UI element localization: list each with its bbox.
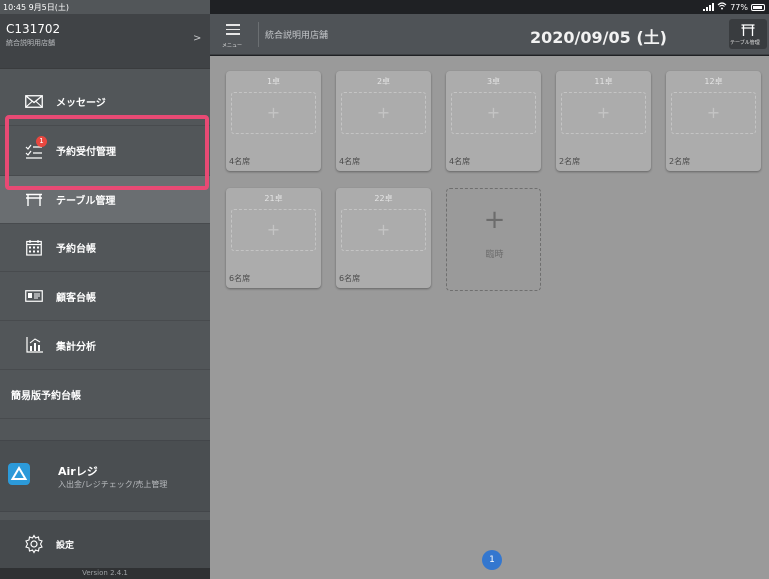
highlight-box bbox=[5, 115, 209, 190]
empty-slot: + bbox=[341, 209, 426, 251]
signal-icon bbox=[703, 3, 715, 11]
table-name: 11卓 bbox=[594, 77, 613, 86]
table-layout-area: 1卓 + 4名席 2卓 + 4名席 3卓 + 4名席 11卓 + 2名席 12卓… bbox=[210, 56, 769, 579]
table-name: 22卓 bbox=[374, 194, 393, 203]
status-time: 10:45 9月5日(土) bbox=[3, 3, 70, 12]
table-management-button[interactable]: テーブル管理 bbox=[729, 19, 767, 49]
sidebar-item-customer-ledger[interactable]: 顧客台帳 bbox=[0, 272, 210, 321]
menu-label: メニュー bbox=[222, 43, 243, 49]
sidebar-item-label: 集計分析 bbox=[56, 341, 96, 353]
table-card[interactable]: 22卓 + 6名席 bbox=[336, 188, 431, 288]
table-card[interactable]: 3卓 + 4名席 bbox=[446, 71, 541, 171]
page-indicator[interactable]: 1 bbox=[482, 550, 502, 570]
id-card-icon bbox=[24, 287, 44, 305]
table-seats: 4名席 bbox=[229, 157, 251, 166]
sidebar-item-reservation-ledger[interactable]: 予約台帳 bbox=[0, 224, 210, 272]
table-seats: 4名席 bbox=[449, 157, 471, 166]
empty-slot: + bbox=[451, 92, 536, 134]
table-card[interactable]: 1卓 + 4名席 bbox=[226, 71, 321, 171]
sidebar-item-settings[interactable]: 設定 bbox=[0, 520, 210, 568]
table-name: 1卓 bbox=[266, 77, 281, 86]
table-name: 3卓 bbox=[486, 77, 501, 86]
sidebar-item-label: テーブル管理 bbox=[56, 196, 116, 207]
sidebar-item-label: 予約台帳 bbox=[56, 244, 96, 255]
empty-slot: + bbox=[671, 92, 756, 134]
menu-button[interactable]: メニュー bbox=[214, 18, 254, 54]
airregi-name: Airレジ bbox=[58, 465, 98, 478]
table-card[interactable]: 21卓 + 6名席 bbox=[226, 188, 321, 288]
table-name: 2卓 bbox=[376, 77, 391, 86]
table-icon bbox=[24, 191, 44, 209]
table-name: 21卓 bbox=[264, 194, 283, 203]
plus-icon: + bbox=[483, 205, 506, 235]
empty-slot: + bbox=[231, 209, 316, 251]
table-seats: 4名席 bbox=[339, 157, 361, 166]
store-code: C131702 bbox=[6, 22, 61, 36]
sidebar-item-label: 簡易版予約台帳 bbox=[11, 390, 81, 402]
divider bbox=[258, 22, 259, 47]
chart-icon bbox=[24, 336, 44, 354]
sidebar-item-simple-ledger[interactable]: 簡易版予約台帳 bbox=[0, 370, 210, 419]
status-bar: 10:45 9月5日(土) 77% bbox=[0, 0, 769, 14]
store-name: 統合説明用店舗 bbox=[6, 39, 55, 47]
wifi-icon bbox=[717, 2, 727, 12]
calendar-icon bbox=[24, 239, 44, 257]
table-management-label: テーブル管理 bbox=[730, 40, 760, 46]
empty-slot: + bbox=[341, 92, 426, 134]
table-seats: 2名席 bbox=[559, 157, 581, 166]
airregi-app-link[interactable]: Airレジ 入出金/レジチェック/売上管理 bbox=[0, 440, 210, 512]
airregi-description: 入出金/レジチェック/売上管理 bbox=[58, 480, 168, 489]
empty-slot: + bbox=[561, 92, 646, 134]
table-seats: 6名席 bbox=[339, 274, 361, 283]
sidebar-item-label: メッセージ bbox=[56, 97, 106, 109]
sidebar: C131702 統合説明用店舗 > メッセージ 1 予約受付管理 テーブル管理 … bbox=[0, 0, 210, 579]
current-date[interactable]: 2020/09/05 (土) bbox=[530, 24, 667, 48]
temporary-label: 臨時 bbox=[485, 250, 504, 260]
top-bar: メニュー 統合説明用店舗 2020/09/05 (土) テーブル管理 bbox=[210, 14, 769, 55]
battery-percent: 77% bbox=[730, 2, 748, 12]
table-card[interactable]: 12卓 + 2名席 bbox=[666, 71, 761, 171]
battery-icon bbox=[751, 3, 765, 11]
app-version: Version 2.4.1 bbox=[0, 568, 210, 579]
table-card[interactable]: 2卓 + 4名席 bbox=[336, 71, 431, 171]
add-temporary-table-button[interactable]: + 臨時 bbox=[446, 188, 541, 291]
hamburger-icon bbox=[226, 24, 240, 38]
table-seats: 6名席 bbox=[229, 274, 251, 283]
store-title: 統合説明用店舗 bbox=[265, 31, 329, 41]
gear-icon bbox=[24, 534, 44, 558]
settings-label: 設定 bbox=[56, 541, 75, 551]
empty-slot: + bbox=[231, 92, 316, 134]
sidebar-item-analytics[interactable]: 集計分析 bbox=[0, 321, 210, 370]
envelope-icon bbox=[24, 92, 44, 110]
table-name: 12卓 bbox=[704, 77, 723, 86]
chevron-right-icon[interactable]: > bbox=[193, 33, 201, 44]
sidebar-item-label: 顧客台帳 bbox=[56, 292, 96, 304]
table-card[interactable]: 11卓 + 2名席 bbox=[556, 71, 651, 171]
table-seats: 2名席 bbox=[669, 157, 691, 166]
airregi-logo-icon bbox=[8, 463, 30, 485]
